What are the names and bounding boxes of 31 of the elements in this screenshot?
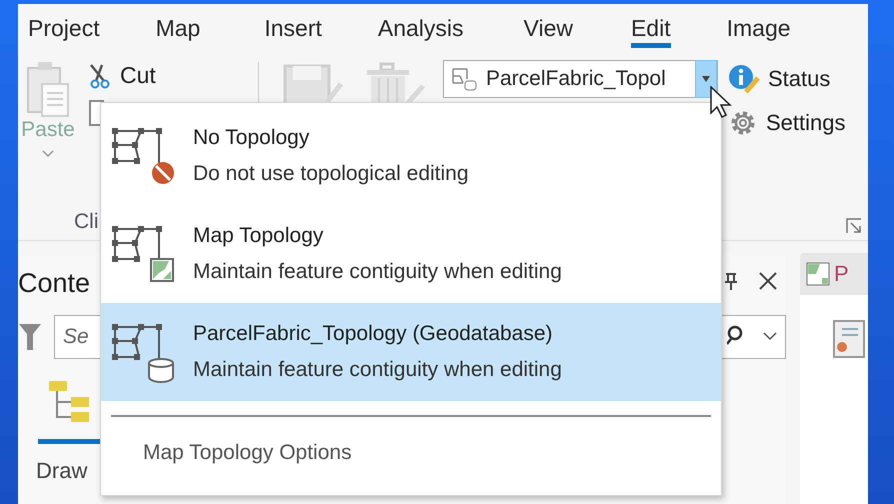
pane-title: Conte [18, 268, 90, 298]
topology-option[interactable]: ParcelFabric_Topology (Geodatabase) Maintain feature contiguity when editing [101, 303, 721, 401]
settings-button[interactable]: Settings [728, 108, 868, 138]
group-label: Cli [74, 210, 98, 234]
chevron-down-icon [42, 150, 54, 158]
ribbon-tab[interactable]: Analysis [378, 8, 464, 48]
info-icon [728, 64, 760, 94]
topology-option[interactable]: Map Topology Maintain feature contiguity when editing [101, 205, 721, 303]
map-icon [806, 262, 830, 286]
cut-button[interactable]: Cut [88, 62, 156, 89]
filter-icon[interactable] [18, 322, 42, 352]
topology-option[interactable]: No Topology Do not use topological editing [101, 107, 721, 205]
ribbon-tab[interactable]: Project [28, 8, 100, 48]
topology-dropdown[interactable]: ParcelFabric_Topol [443, 60, 718, 98]
ribbon-tab[interactable]: Insert [264, 8, 322, 48]
status-button[interactable]: Status [728, 64, 868, 94]
pane-tab[interactable]: P [800, 253, 868, 295]
geodatabase-topology-icon [111, 321, 177, 383]
ribbon-tab[interactable]: Image [726, 8, 791, 48]
ribbon-tab[interactable]: Map [156, 8, 200, 48]
ribbon-tab[interactable]: View [524, 8, 573, 48]
no-topology-icon [111, 125, 177, 187]
ribbon-tab[interactable]: Edit [630, 8, 671, 48]
topology-icon [450, 66, 478, 92]
section-heading: Draw [36, 458, 88, 484]
map-topology-icon [111, 223, 177, 285]
caret-icon [701, 76, 711, 82]
clipboard-icon [26, 60, 70, 118]
scissors-icon [88, 62, 112, 88]
options-menu-item[interactable]: Map Topology Options [143, 441, 352, 465]
dialog-launcher-icon[interactable] [846, 218, 862, 234]
